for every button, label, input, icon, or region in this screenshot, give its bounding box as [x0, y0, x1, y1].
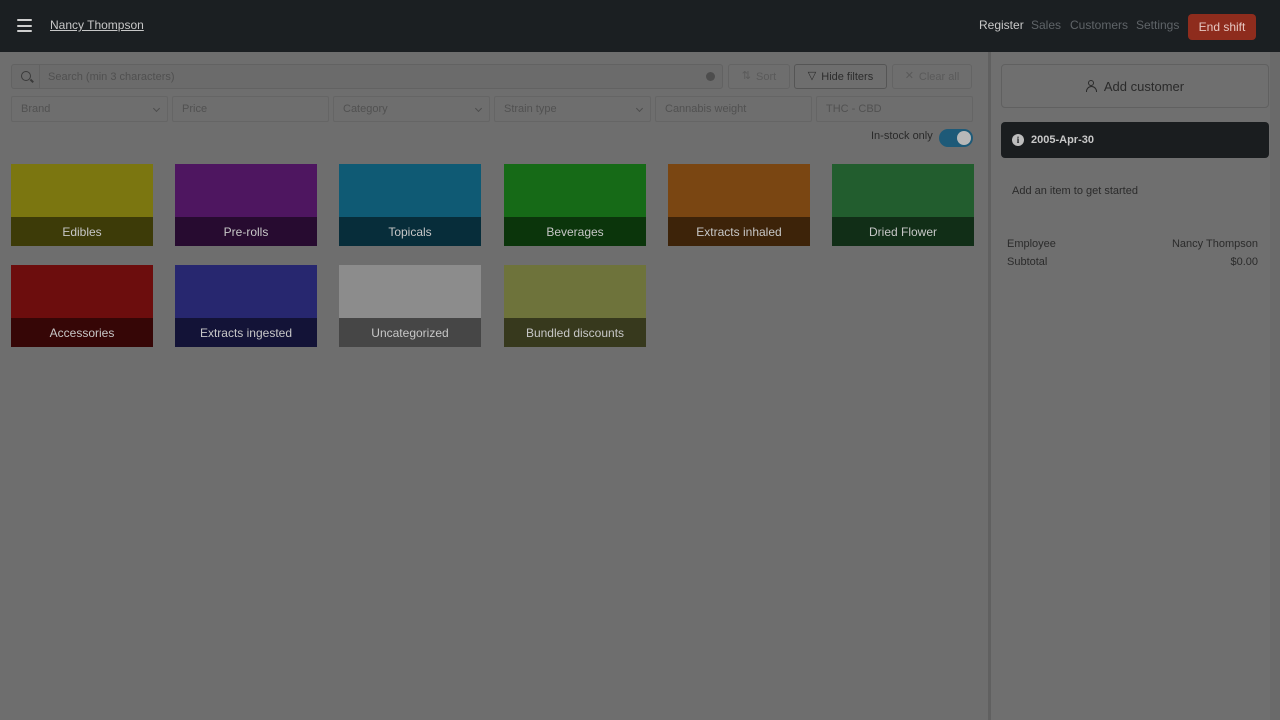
chevron-down-icon	[474, 104, 483, 113]
hide-filters-button[interactable]: ▽ Hide filters	[794, 64, 887, 89]
subtotal-row: Subtotal $0.00	[1007, 256, 1258, 268]
employee-value: Nancy Thompson	[1171, 238, 1258, 250]
search-icon	[21, 71, 31, 81]
category-tile-bundled-discounts[interactable]: Bundled discounts	[504, 265, 646, 347]
search-box	[11, 64, 723, 89]
category-label: Dried Flower	[832, 217, 974, 246]
filter-brand[interactable]: Brand	[11, 96, 168, 122]
filter-price[interactable]: Price	[172, 96, 329, 122]
toggle-knob	[957, 131, 971, 145]
nav-settings[interactable]: Settings	[1136, 18, 1179, 32]
sort-button[interactable]: ⇅ Sort	[728, 64, 790, 89]
chevron-down-icon	[635, 104, 644, 113]
info-icon: i	[1012, 134, 1024, 146]
filter-category[interactable]: Category	[333, 96, 490, 122]
sale-date: 2005-Apr-30	[1031, 134, 1094, 146]
nav-sales[interactable]: Sales	[1031, 18, 1061, 32]
clear-all-label: Clear all	[918, 70, 960, 83]
filter-thc-cbd[interactable]: THC - CBD	[816, 96, 973, 122]
category-tile-uncategorized[interactable]: Uncategorized	[339, 265, 481, 347]
sort-label: Sort	[756, 70, 777, 83]
category-tile-beverages[interactable]: Beverages	[504, 164, 646, 246]
category-label: Bundled discounts	[504, 318, 646, 347]
in-stock-toggle[interactable]	[939, 129, 973, 147]
hide-filters-label: Hide filters	[821, 70, 874, 83]
filter-cannabis-weight[interactable]: Cannabis weight	[655, 96, 812, 122]
person-icon	[1085, 80, 1097, 92]
user-name-link[interactable]: Nancy Thompson	[50, 18, 144, 32]
filter-icon: ▽	[807, 70, 817, 82]
category-label: Pre-rolls	[175, 217, 317, 246]
add-customer-label: Add customer	[1103, 78, 1185, 94]
category-tile-topicals[interactable]: Topicals	[339, 164, 481, 246]
category-tile-accessories[interactable]: Accessories	[11, 265, 153, 347]
close-icon: ✕	[904, 70, 914, 82]
category-tile-edibles[interactable]: Edibles	[11, 164, 153, 246]
add-customer-button[interactable]: Add customer	[1001, 64, 1269, 108]
nav-register[interactable]: Register	[979, 18, 1024, 32]
category-tile-pre-rolls[interactable]: Pre-rolls	[175, 164, 317, 246]
top-bar: Nancy Thompson Register Sales Customers …	[0, 0, 1280, 52]
clear-all-button[interactable]: ✕ Clear all	[892, 64, 972, 89]
subtotal-value: $0.00	[1230, 256, 1258, 268]
search-input[interactable]	[48, 67, 698, 86]
category-label: Edibles	[11, 217, 153, 246]
category-label: Extracts ingested	[175, 318, 317, 347]
category-tile-dried-flower[interactable]: Dried Flower	[832, 164, 974, 246]
empty-cart-message: Add an item to get started	[1012, 185, 1138, 197]
category-label: Topicals	[339, 217, 481, 246]
sort-icon: ⇅	[741, 70, 752, 82]
employee-row: Employee Nancy Thompson	[1007, 238, 1258, 250]
product-panel: ⇅ Sort ▽ Hide filters ✕ Clear all Brand …	[0, 52, 988, 720]
nav-customers[interactable]: Customers	[1070, 18, 1128, 32]
clear-search-icon[interactable]	[706, 72, 715, 81]
category-tile-extracts-ingested[interactable]: Extracts ingested	[175, 265, 317, 347]
subtotal-label: Subtotal	[1007, 256, 1048, 268]
chevron-down-icon	[152, 104, 161, 113]
end-shift-button[interactable]: End shift	[1188, 14, 1256, 40]
cart-panel: Add customer i 2005-Apr-30 Add an item t…	[991, 52, 1280, 720]
category-label: Accessories	[11, 318, 153, 347]
category-label: Beverages	[504, 217, 646, 246]
in-stock-label: In-stock only	[871, 130, 933, 142]
category-label: Uncategorized	[339, 318, 481, 347]
employee-label: Employee	[1007, 238, 1056, 250]
scrollbar[interactable]	[1270, 52, 1280, 720]
filter-strain-type[interactable]: Strain type	[494, 96, 651, 122]
hamburger-menu-icon[interactable]	[17, 19, 32, 32]
sale-date-bar[interactable]: i 2005-Apr-30	[1001, 122, 1269, 158]
category-tile-extracts-inhaled[interactable]: Extracts inhaled	[668, 164, 810, 246]
category-label: Extracts inhaled	[668, 217, 810, 246]
